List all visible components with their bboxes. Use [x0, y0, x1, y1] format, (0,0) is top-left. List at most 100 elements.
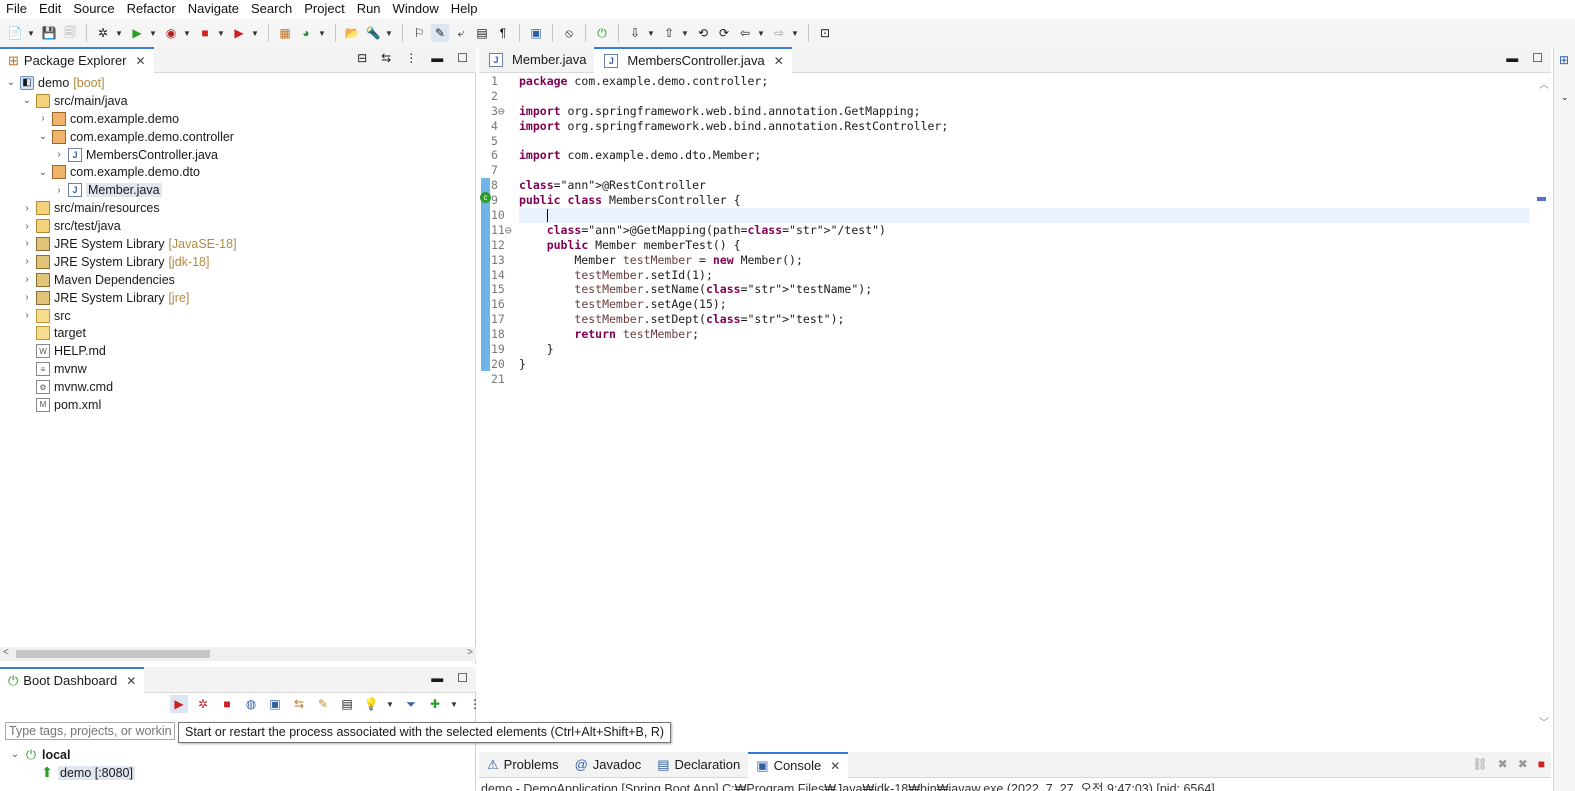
tree-item[interactable]: ≡ mvnw — [0, 360, 476, 378]
menu-run[interactable]: Run — [351, 0, 387, 17]
tree-item[interactable]: › src — [0, 307, 476, 325]
tab-memberscontroller-java[interactable]: J MembersController.java ✕ — [594, 46, 792, 73]
remove-all-terminated-icon[interactable]: ✖ — [1518, 757, 1528, 771]
menu-window[interactable]: Window — [387, 0, 445, 17]
minimize-icon[interactable]: ▬ — [431, 671, 443, 685]
spring-boot-icon[interactable]: ⏻ — [593, 24, 611, 42]
code-line[interactable]: testMember.setAge(15); — [519, 297, 1529, 312]
chevron-down-icon[interactable]: ▼ — [183, 29, 193, 38]
code-line[interactable]: public class MembersController { — [519, 193, 1529, 208]
chevron-down-icon[interactable]: ▼ — [386, 700, 396, 709]
tab-declaration[interactable]: ▤ Declaration — [649, 752, 748, 778]
close-icon[interactable]: ✕ — [126, 674, 136, 688]
new-class-icon[interactable]: ◕ — [297, 24, 315, 42]
code-line[interactable]: public Member memberTest() { — [519, 238, 1529, 253]
last-edit-location-icon[interactable]: ⟲ — [694, 24, 712, 42]
outline-icon[interactable]: ⊞ — [1559, 53, 1569, 67]
chevron-down-icon[interactable]: ▼ — [251, 29, 261, 38]
skip-breakpoints-icon[interactable]: ⦸ — [560, 24, 578, 42]
code-line[interactable]: class="ann">@GetMapping(path=class="str"… — [519, 223, 1529, 238]
tree-item[interactable]: › JRE System Library [jre] — [0, 289, 476, 307]
code-line[interactable] — [519, 163, 1529, 178]
pin-editor-icon[interactable]: ⊡ — [816, 24, 834, 42]
code-line[interactable]: return testMember; — [519, 327, 1529, 342]
expose-icon[interactable]: ⇆ — [290, 695, 308, 713]
code-line[interactable]: testMember.setDept(class="str">"test"); — [519, 312, 1529, 327]
properties-icon[interactable]: ▤ — [338, 695, 356, 713]
chevron-right-icon[interactable]: › — [20, 238, 34, 249]
chevron-down-icon[interactable]: ▼ — [681, 29, 691, 38]
back-icon[interactable]: ⇦ — [736, 24, 754, 42]
new-package-icon[interactable]: ▦ — [276, 24, 294, 42]
chevron-right-icon[interactable]: › — [52, 185, 66, 196]
chevron-down-icon[interactable]: ▼ — [791, 29, 801, 38]
live-hover-icon[interactable]: 💡 — [362, 695, 380, 713]
horizontal-scrollbar[interactable]: < > — [0, 647, 476, 661]
chevron-down-icon[interactable]: ▼ — [318, 29, 328, 38]
tree-item[interactable]: › src/main/resources — [0, 199, 476, 217]
menu-search[interactable]: Search — [245, 0, 298, 17]
minimize-icon[interactable]: ▬ — [431, 51, 443, 65]
tree-item[interactable]: ⚙ mvnw.cmd — [0, 378, 476, 396]
tree-item[interactable]: Mpom.xml — [0, 396, 476, 414]
open-console-icon[interactable]: ▣ — [266, 695, 284, 713]
scrollbar-thumb[interactable] — [16, 650, 210, 658]
tree-item[interactable]: W HELP.md — [0, 342, 476, 360]
menu-project[interactable]: Project — [298, 0, 350, 17]
stop-icon[interactable]: ■ — [1538, 757, 1545, 771]
menu-edit[interactable]: Edit — [33, 0, 67, 17]
tab-problems[interactable]: ⚠ Problems — [479, 752, 567, 778]
chevron-down-icon[interactable]: ⌄ — [36, 167, 50, 178]
maximize-icon[interactable]: ☐ — [1532, 51, 1543, 65]
pin-console-icon[interactable]: ⛓ — [1472, 757, 1487, 771]
code-editor[interactable]: c 1 2 3⊖ 4 5 6 7 8 9 10 11⊖ 12 13 14 15 16 17 18 19 20 21 pa… — [479, 74, 1551, 745]
external-tools-icon[interactable]: ▶ — [230, 24, 248, 42]
word-wrap-icon[interactable]: ⤶ — [452, 24, 470, 42]
collapse-all-icon[interactable]: ⊟ — [357, 51, 367, 65]
tree-item[interactable]: › Maven Dependencies — [0, 271, 476, 289]
chevron-right-icon[interactable]: › — [20, 203, 34, 214]
chevron-down-icon[interactable]: ▼ — [450, 700, 460, 709]
close-icon[interactable]: ✕ — [774, 54, 784, 68]
tree-item[interactable]: › JRE System Library [jdk-18] — [0, 253, 476, 271]
vertical-scrollbar[interactable]: ︿ ﹀ — [1537, 74, 1551, 745]
chevron-down-icon[interactable]: ▼ — [385, 29, 395, 38]
code-line[interactable]: testMember.setName(class="str">"testName… — [519, 282, 1529, 297]
code-line[interactable]: } — [519, 357, 1529, 372]
edit-icon[interactable]: ✎ — [314, 695, 332, 713]
close-icon[interactable]: ✕ — [136, 54, 146, 68]
maximize-icon[interactable]: ☐ — [457, 51, 468, 65]
tree-item[interactable]: ⌄ ◧ demo [boot] — [0, 74, 476, 92]
menu-navigate[interactable]: Navigate — [182, 0, 245, 17]
tab-member-java[interactable]: J Member.java — [479, 47, 594, 73]
start-restart-icon[interactable]: ▶ — [170, 695, 188, 713]
link-with-editor-icon[interactable]: ⇆ — [381, 51, 391, 65]
menu-refactor[interactable]: Refactor — [121, 0, 182, 17]
code-line[interactable]: import com.example.demo.dto.Member; — [519, 148, 1529, 163]
view-menu-icon[interactable]: ⋮ — [405, 51, 417, 65]
search-icon[interactable]: 🔦 — [364, 24, 382, 42]
chevron-right-icon[interactable]: › — [20, 274, 34, 285]
next-annotation-icon[interactable]: ⇩ — [626, 24, 644, 42]
minimize-icon[interactable]: ▬ — [1506, 51, 1518, 65]
maximize-icon[interactable]: ☐ — [457, 671, 468, 685]
chevron-down-icon[interactable]: ▼ — [27, 29, 37, 38]
tab-javadoc[interactable]: @ Javadoc — [567, 752, 650, 778]
chevron-down-icon[interactable]: ▼ — [217, 29, 227, 38]
tree-item-demo-app[interactable]: ⬆ demo [:8080] — [0, 764, 135, 782]
chevron-down-icon[interactable]: ▼ — [149, 29, 159, 38]
stop-icon[interactable]: ■ — [218, 695, 236, 713]
code-line[interactable]: Member testMember = new Member(); — [519, 253, 1529, 268]
chevron-right-icon[interactable]: › — [52, 149, 66, 160]
tree-item[interactable]: ⌄ com.example.demo.controller — [0, 128, 476, 146]
chevron-down-icon[interactable]: ⌄ — [20, 95, 34, 106]
new-icon[interactable]: 📄 — [6, 24, 24, 42]
scroll-right-icon[interactable]: > — [467, 647, 473, 658]
chevron-down-icon[interactable]: ⌄ — [1561, 92, 1569, 103]
debug-icon[interactable]: ✲ — [94, 24, 112, 42]
code-line[interactable] — [519, 89, 1529, 104]
block-selection-icon[interactable]: ▤ — [473, 24, 491, 42]
code-text[interactable]: package com.example.demo.controller; impo… — [519, 74, 1529, 387]
boot-dashboard-filter-input[interactable] — [5, 722, 175, 740]
menu-file[interactable]: File — [0, 0, 33, 17]
